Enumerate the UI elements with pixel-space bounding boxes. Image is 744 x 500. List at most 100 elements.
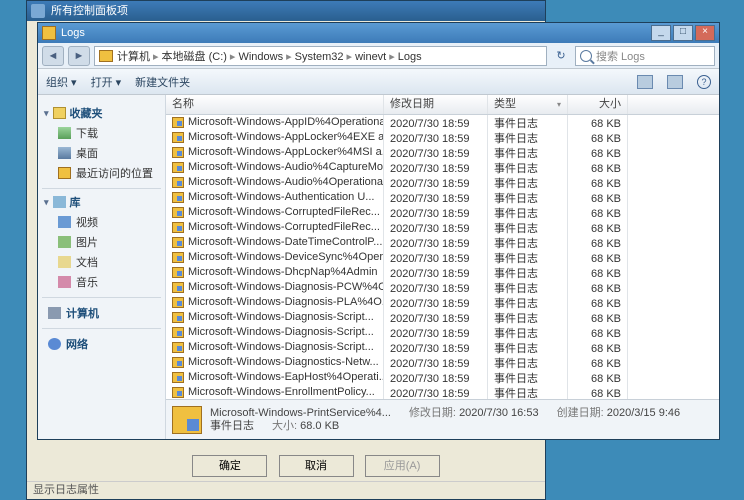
file-icon — [172, 132, 184, 143]
breadcrumb[interactable]: 计算机▸本地磁盘 (C:)▸Windows▸System32▸winevt▸Lo… — [94, 46, 547, 66]
library-icon — [53, 196, 66, 208]
explorer-window: Logs _ □ × ◄ ► 计算机▸本地磁盘 (C:)▸Windows▸Sys… — [37, 22, 720, 440]
file-row[interactable]: Microsoft-Windows-CorruptedFileRec... 20… — [166, 205, 719, 220]
file-icon — [172, 357, 184, 368]
file-row[interactable]: Microsoft-Windows-DhcpNap%4Admin 2020/7/… — [166, 265, 719, 280]
crumb-part[interactable]: Windows — [238, 51, 283, 63]
file-row[interactable]: Microsoft-Windows-AppLocker%4MSI a... 20… — [166, 145, 719, 160]
preview-pane-icon[interactable] — [667, 75, 683, 89]
item-icon — [58, 256, 71, 268]
file-row[interactable]: Microsoft-Windows-AppID%4Operational 202… — [166, 115, 719, 130]
apply-button[interactable]: 应用(A) — [365, 455, 440, 477]
minimize-button[interactable]: _ — [651, 25, 671, 41]
item-icon — [58, 216, 71, 228]
crumb-part[interactable]: winevt — [355, 51, 386, 63]
sidebar-item[interactable]: 音乐 — [42, 272, 161, 292]
file-icon — [172, 387, 184, 398]
file-icon — [172, 207, 184, 218]
folder-icon — [99, 50, 113, 62]
sidebar-item[interactable]: 桌面 — [42, 143, 161, 163]
file-row[interactable]: Microsoft-Windows-Diagnosis-Script... 20… — [166, 310, 719, 325]
explorer-titlebar[interactable]: Logs _ □ × — [38, 23, 719, 43]
favorites-group[interactable]: 收藏夹 — [44, 105, 159, 121]
file-row[interactable]: Microsoft-Windows-Diagnosis-Script... 20… — [166, 325, 719, 340]
item-icon — [58, 147, 71, 159]
file-icon — [172, 372, 184, 383]
file-row[interactable]: Microsoft-Windows-Audio%4CaptureMo... 20… — [166, 160, 719, 175]
file-icon — [172, 252, 184, 263]
file-icon — [172, 406, 202, 434]
network-icon — [48, 338, 61, 350]
maximize-button[interactable]: □ — [673, 25, 693, 41]
details-pane: Microsoft-Windows-PrintService%4... 修改日期… — [166, 399, 719, 439]
file-icon — [172, 147, 184, 158]
file-row[interactable]: Microsoft-Windows-Diagnosis-Script... 20… — [166, 340, 719, 355]
file-row[interactable]: Microsoft-Windows-Diagnosis-PLA%4O... 20… — [166, 295, 719, 310]
organize-menu[interactable]: 组织 ▾ — [46, 74, 77, 90]
item-icon — [58, 236, 71, 248]
file-icon — [172, 162, 184, 173]
file-row[interactable]: Microsoft-Windows-DateTimeControlP... 20… — [166, 235, 719, 250]
control-panel-title[interactable]: 所有控制面板项 — [27, 1, 545, 21]
cancel-button[interactable]: 取消 — [279, 455, 354, 477]
file-row[interactable]: Microsoft-Windows-Authentication U... 20… — [166, 190, 719, 205]
sidebar-network[interactable]: 网络 — [42, 334, 161, 354]
search-icon — [580, 50, 592, 62]
open-menu[interactable]: 打开 ▾ — [91, 74, 122, 90]
toolbar: 组织 ▾ 打开 ▾ 新建文件夹 ? — [38, 69, 719, 95]
col-name[interactable]: 名称 — [166, 95, 384, 114]
sidebar-item[interactable]: 图片 — [42, 232, 161, 252]
crumb-part[interactable]: System32 — [295, 51, 344, 63]
nav-sidebar: 收藏夹 下载桌面最近访问的位置 库 视频图片文档音乐 计算机 网络 — [38, 95, 166, 439]
file-icon — [172, 267, 184, 278]
sidebar-item[interactable]: 最近访问的位置 — [42, 163, 161, 183]
close-button[interactable]: × — [695, 25, 715, 41]
computer-icon — [48, 307, 61, 319]
status-bar: 显示日志属性 — [27, 481, 545, 499]
col-type[interactable]: 类型 — [488, 95, 568, 114]
libraries-group[interactable]: 库 — [44, 194, 159, 210]
file-row[interactable]: Microsoft-Windows-Diagnosis-PCW%4O... 20… — [166, 280, 719, 295]
file-row[interactable]: Microsoft-Windows-DeviceSync%4Oper... 20… — [166, 250, 719, 265]
file-icon — [172, 117, 184, 128]
column-header[interactable]: 名称 修改日期 类型 大小 — [166, 95, 719, 115]
file-icon — [172, 327, 184, 338]
file-rows[interactable]: Microsoft-Windows-AppID%4Operational 202… — [166, 115, 719, 399]
sidebar-item[interactable]: 视频 — [42, 212, 161, 232]
file-row[interactable]: Microsoft-Windows-CorruptedFileRec... 20… — [166, 220, 719, 235]
address-bar: ◄ ► 计算机▸本地磁盘 (C:)▸Windows▸System32▸winev… — [38, 43, 719, 69]
file-row[interactable]: Microsoft-Windows-EnrollmentPolicy... 20… — [166, 385, 719, 399]
view-options-icon[interactable] — [637, 75, 653, 89]
search-input[interactable]: 搜索 Logs — [575, 46, 715, 66]
file-icon — [172, 297, 184, 308]
ok-button[interactable]: 确定 — [192, 455, 267, 477]
file-icon — [172, 312, 184, 323]
item-icon — [58, 167, 71, 179]
sidebar-item[interactable]: 文档 — [42, 252, 161, 272]
details-type: 事件日志 — [210, 420, 254, 433]
refresh-button[interactable]: ↻ — [551, 49, 571, 62]
file-row[interactable]: Microsoft-Windows-AppLocker%4EXE a... 20… — [166, 130, 719, 145]
item-icon — [58, 127, 71, 139]
item-icon — [58, 276, 71, 288]
file-icon — [172, 222, 184, 233]
file-icon — [172, 237, 184, 248]
file-icon — [172, 342, 184, 353]
sidebar-item[interactable]: 下载 — [42, 123, 161, 143]
file-row[interactable]: Microsoft-Windows-Audio%4Operational 202… — [166, 175, 719, 190]
crumb-part[interactable]: 本地磁盘 (C:) — [162, 51, 227, 63]
help-icon[interactable]: ? — [697, 75, 711, 89]
file-icon — [172, 177, 184, 188]
sidebar-computer[interactable]: 计算机 — [42, 303, 161, 323]
crumb-part[interactable]: Logs — [398, 51, 422, 63]
details-filename: Microsoft-Windows-PrintService%4... — [210, 407, 391, 420]
file-row[interactable]: Microsoft-Windows-Diagnostics-Netw... 20… — [166, 355, 719, 370]
file-row[interactable]: Microsoft-Windows-EapHost%4Operati... 20… — [166, 370, 719, 385]
forward-button[interactable]: ► — [68, 46, 90, 66]
col-size[interactable]: 大小 — [568, 95, 628, 114]
col-date[interactable]: 修改日期 — [384, 95, 488, 114]
back-button[interactable]: ◄ — [42, 46, 64, 66]
star-icon — [53, 107, 66, 119]
crumb-part[interactable]: 计算机 — [117, 51, 150, 63]
new-folder-button[interactable]: 新建文件夹 — [135, 74, 190, 90]
